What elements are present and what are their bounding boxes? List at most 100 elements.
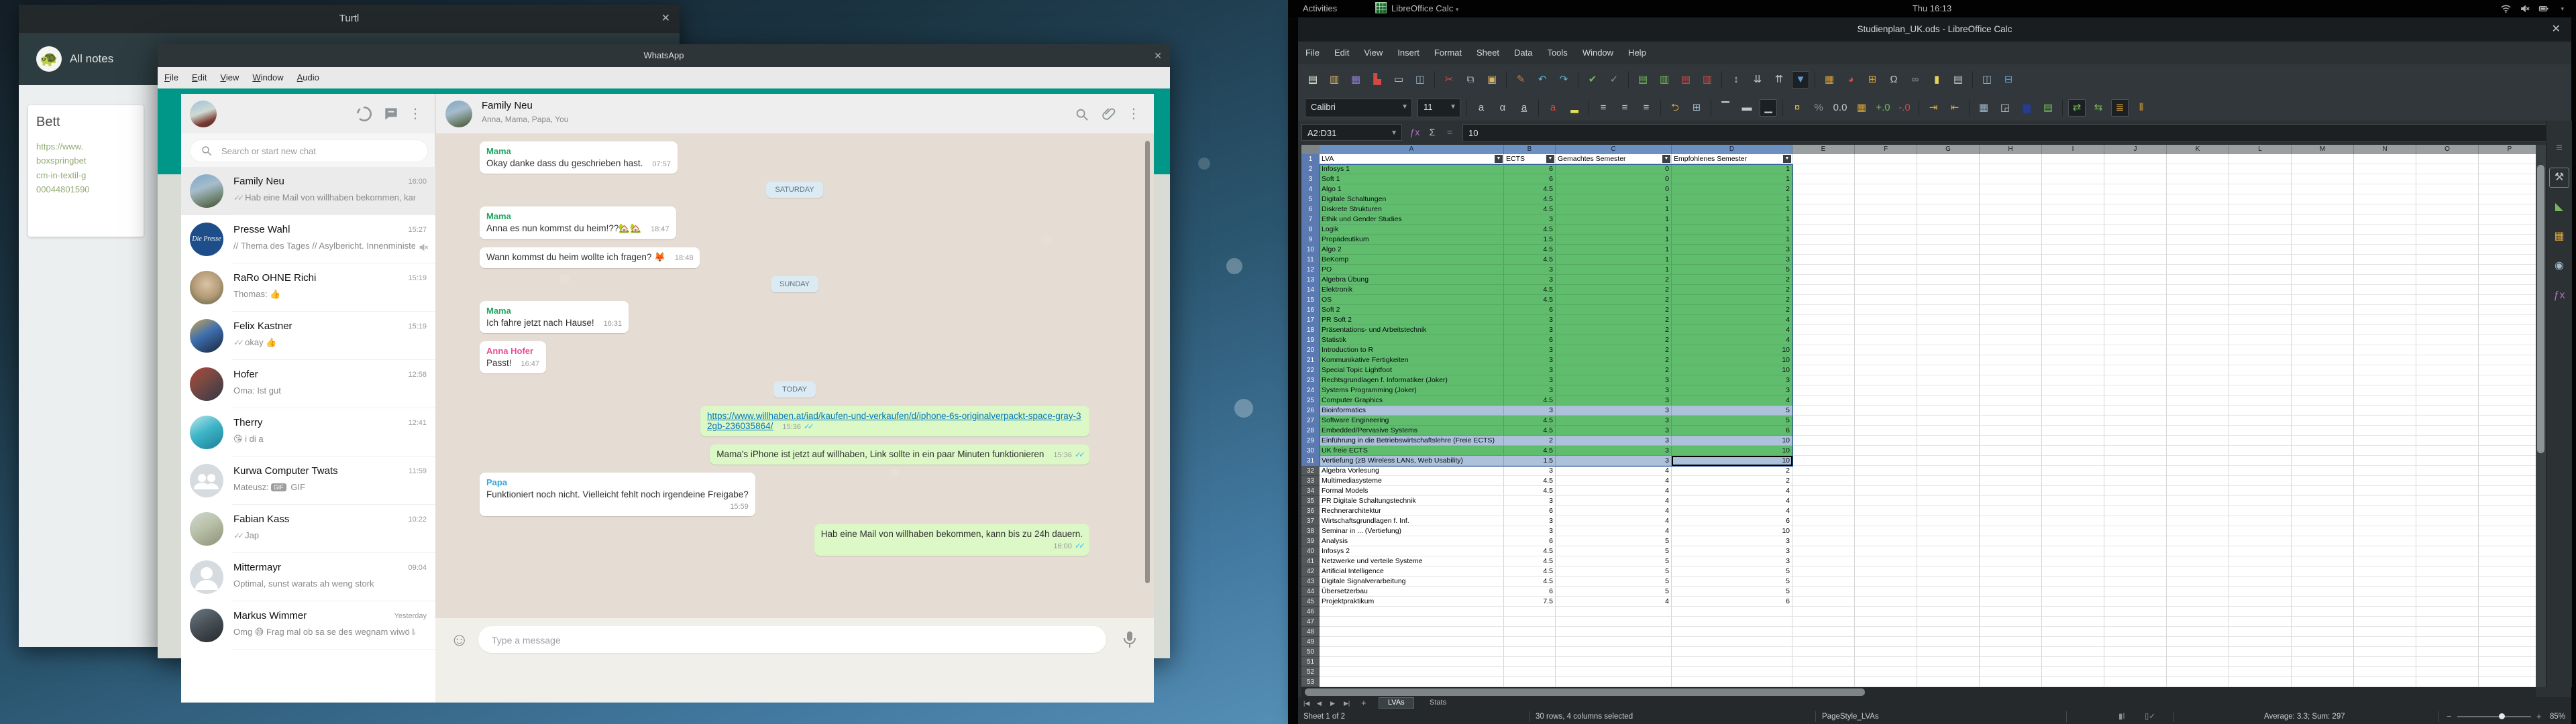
cell-E11[interactable] — [1792, 255, 1855, 265]
message-input[interactable] — [478, 626, 1106, 653]
cell-K26[interactable] — [2167, 406, 2229, 416]
cell-A41[interactable]: Netzwerke und verteile Systeme — [1320, 556, 1504, 566]
cell-O21[interactable] — [2416, 355, 2479, 365]
cell-I6[interactable] — [2042, 204, 2104, 215]
cell-M37[interactable] — [2292, 516, 2354, 526]
cell-H38[interactable] — [1980, 526, 2042, 536]
cell-K24[interactable] — [2167, 385, 2229, 396]
zoom-slider-knob[interactable] — [2499, 713, 2505, 719]
cell-D12[interactable]: 5 — [1672, 265, 1792, 275]
cell-E49[interactable] — [1792, 637, 1855, 647]
cell-H48[interactable] — [1980, 627, 2042, 637]
menu-help[interactable]: Help — [1621, 42, 1654, 64]
cell-K3[interactable] — [2167, 174, 2229, 184]
cell-M49[interactable] — [2292, 637, 2354, 647]
row-header-53[interactable]: 53 — [1301, 677, 1320, 687]
row-header-34[interactable]: 34 — [1301, 486, 1320, 496]
cell-F19[interactable] — [1855, 335, 1917, 345]
cell-K39[interactable] — [2167, 536, 2229, 546]
whatsapp-titlebar[interactable]: WhatsApp ✕ — [158, 44, 1170, 67]
cell-O14[interactable] — [2416, 285, 2479, 295]
cell-L25[interactable] — [2229, 396, 2292, 406]
cell-I26[interactable] — [2042, 406, 2104, 416]
cell-P53[interactable] — [2479, 677, 2536, 687]
row-header-11[interactable]: 11 — [1301, 255, 1320, 265]
cell-L27[interactable] — [2229, 416, 2292, 426]
cell-E42[interactable] — [1792, 566, 1855, 577]
bold-icon[interactable]: a — [1472, 99, 1490, 117]
cell-L6[interactable] — [2229, 204, 2292, 215]
close-icon[interactable]: ✕ — [1154, 44, 1162, 67]
cell-M32[interactable] — [2292, 466, 2354, 476]
cell-A34[interactable]: Formal Models — [1320, 486, 1504, 496]
previous-sheet-icon[interactable]: ◀ — [1317, 697, 1322, 709]
cell-D23[interactable]: 3 — [1672, 375, 1792, 385]
cell-H45[interactable] — [1980, 597, 2042, 607]
cell-P24[interactable] — [2479, 385, 2536, 396]
cell-I15[interactable] — [2042, 295, 2104, 305]
cell-A19[interactable]: Statistik — [1320, 335, 1504, 345]
cell-D33[interactable]: 2 — [1672, 476, 1792, 486]
cell-I13[interactable] — [2042, 275, 2104, 285]
cell-O1[interactable] — [2416, 154, 2479, 164]
cell-G30[interactable] — [1917, 446, 1980, 456]
menu-audio[interactable]: Audio — [290, 67, 326, 88]
column-header-E[interactable]: E — [1792, 145, 1855, 154]
hyperlink-icon[interactable]: ∞ — [1907, 71, 1924, 88]
cell-K37[interactable] — [2167, 516, 2229, 526]
cell-C19[interactable]: 2 — [1556, 335, 1672, 345]
cell-H6[interactable] — [1980, 204, 2042, 215]
cell-O38[interactable] — [2416, 526, 2479, 536]
cell-H46[interactable] — [1980, 607, 2042, 617]
cell-P35[interactable] — [2479, 496, 2536, 506]
cell-C49[interactable] — [1556, 637, 1672, 647]
row-header-43[interactable]: 43 — [1301, 577, 1320, 587]
cell-G36[interactable] — [1917, 506, 1980, 516]
cell-M2[interactable] — [2292, 164, 2354, 174]
cell-E53[interactable] — [1792, 677, 1855, 687]
cell-J34[interactable] — [2104, 486, 2167, 496]
decrease-indent-icon[interactable]: ⇤ — [1946, 99, 1964, 117]
row-header-22[interactable]: 22 — [1301, 365, 1320, 375]
column-header-F[interactable]: F — [1855, 145, 1917, 154]
cell-I24[interactable] — [2042, 385, 2104, 396]
cell-O4[interactable] — [2416, 184, 2479, 194]
cell-D5[interactable]: 1 — [1672, 194, 1792, 204]
activities-button[interactable]: Activities — [1303, 0, 1337, 17]
cell-H8[interactable] — [1980, 225, 2042, 235]
cell-P4[interactable] — [2479, 184, 2536, 194]
cell-F5[interactable] — [1855, 194, 1917, 204]
cell-K35[interactable] — [2167, 496, 2229, 506]
microphone-icon[interactable] — [1122, 630, 1139, 649]
cell-F11[interactable] — [1855, 255, 1917, 265]
cell-O49[interactable] — [2416, 637, 2479, 647]
cell-L9[interactable] — [2229, 235, 2292, 245]
cell-C46[interactable] — [1556, 607, 1672, 617]
copy-icon[interactable]: ⧉ — [1462, 71, 1479, 88]
cell-K6[interactable] — [2167, 204, 2229, 215]
outgoing-message[interactable]: https://www.willhaben.at/iad/kaufen-und-… — [700, 406, 1089, 436]
cell-D47[interactable] — [1672, 617, 1792, 627]
cell-N18[interactable] — [2354, 325, 2416, 335]
cell-M39[interactable] — [2292, 536, 2354, 546]
cell-G46[interactable] — [1917, 607, 1980, 617]
row-header-9[interactable]: 9 — [1301, 235, 1320, 245]
cell-E39[interactable] — [1792, 536, 1855, 546]
cell-K11[interactable] — [2167, 255, 2229, 265]
cell-O16[interactable] — [2416, 305, 2479, 315]
cell-G21[interactable] — [1917, 355, 1980, 365]
cell-A27[interactable]: Software Engineering — [1320, 416, 1504, 426]
cell-L37[interactable] — [2229, 516, 2292, 526]
conversation-avatar[interactable] — [445, 101, 472, 127]
align-right-icon[interactable]: ≡ — [1638, 99, 1655, 117]
cell-K49[interactable] — [2167, 637, 2229, 647]
cell-J51[interactable] — [2104, 657, 2167, 667]
row-header-35[interactable]: 35 — [1301, 496, 1320, 506]
cell-L1[interactable] — [2229, 154, 2292, 164]
cell-F21[interactable] — [1855, 355, 1917, 365]
cell-A4[interactable]: Algo 1 — [1320, 184, 1504, 194]
cell-B8[interactable]: 4.5 — [1504, 225, 1556, 235]
message-field[interactable] — [490, 627, 1090, 654]
cell-J28[interactable] — [2104, 426, 2167, 436]
cell-B43[interactable]: 4.5 — [1504, 577, 1556, 587]
